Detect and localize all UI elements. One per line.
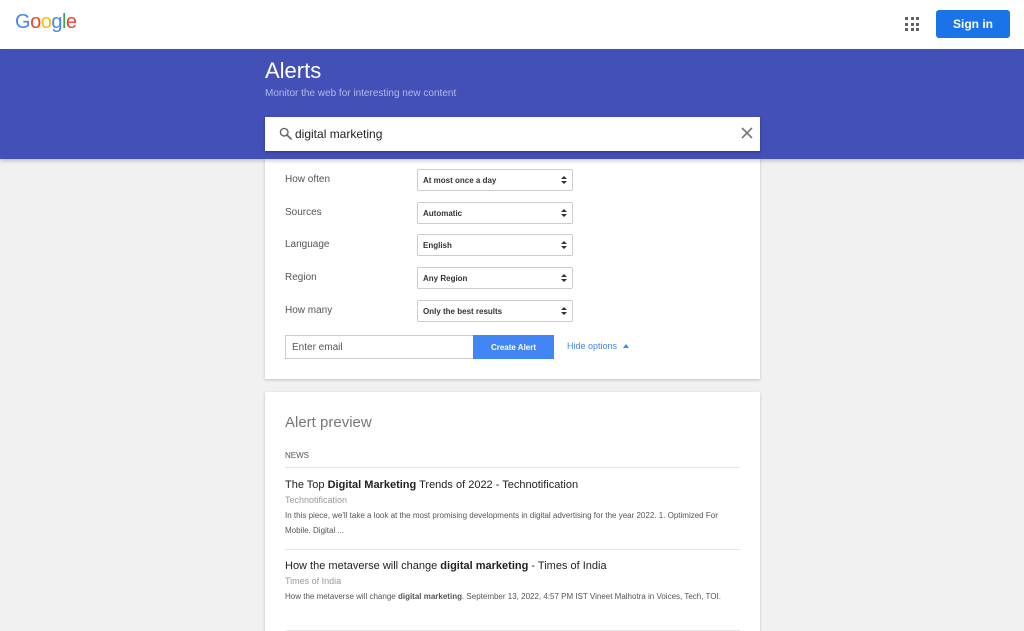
select-arrows-icon — [561, 274, 567, 282]
google-logo[interactable]: Google — [15, 11, 77, 34]
create-alert-button[interactable]: Create Alert — [473, 335, 554, 359]
option-row-language: Language English — [285, 234, 585, 256]
select-arrows-icon — [561, 176, 567, 184]
article-title-link[interactable]: How the metaverse will change digital ma… — [285, 559, 740, 573]
alert-preview-card: Alert preview NEWS The Top Digital Marke… — [265, 392, 760, 631]
select-value: Any Region — [423, 274, 468, 283]
hide-options-label: Hide options — [567, 341, 618, 351]
apps-grid-icon[interactable] — [905, 17, 919, 31]
article-source: Technotification — [285, 495, 348, 505]
logo-letter: o — [40, 11, 52, 33]
option-label: Sources — [285, 207, 322, 218]
select-value: At most once a day — [423, 176, 497, 185]
how-many-select[interactable]: Only the best results — [417, 300, 573, 322]
divider — [285, 467, 740, 468]
select-arrows-icon — [561, 307, 567, 315]
page-subtitle: Monitor the web for interesting new cont… — [265, 88, 457, 99]
list-item: How the metaverse will change digital ma… — [285, 559, 740, 604]
select-value: English — [423, 241, 452, 250]
article-snippet: How the metaverse will change digital ma… — [285, 592, 721, 601]
logo-letter: e — [65, 11, 77, 33]
logo-letter: G — [15, 11, 31, 33]
email-field[interactable] — [285, 335, 474, 359]
preview-heading: Alert preview — [285, 414, 372, 431]
article-title-link[interactable]: The Top Digital Marketing Trends of 2022… — [285, 478, 740, 492]
region-select[interactable]: Any Region — [417, 267, 573, 289]
page-title: Alerts — [265, 58, 322, 83]
option-row-how-often: How often At most once a day — [285, 169, 585, 191]
sign-in-button[interactable]: Sign in — [936, 10, 1010, 38]
divider — [285, 549, 740, 550]
sources-select[interactable]: Automatic — [417, 202, 573, 224]
option-label: Language — [285, 239, 330, 250]
option-label: How often — [285, 174, 331, 185]
select-value: Automatic — [423, 209, 463, 218]
search-icon — [279, 127, 292, 140]
hide-options-link[interactable]: Hide options — [567, 341, 630, 351]
select-arrows-icon — [561, 241, 567, 249]
option-label: How many — [285, 305, 333, 316]
how-often-select[interactable]: At most once a day — [417, 169, 573, 191]
alert-options-card: How often At most once a day Sources Aut… — [265, 150, 760, 379]
header-band: Alerts Monitor the web for interesting n… — [0, 49, 1024, 159]
logo-letter: o — [30, 11, 41, 33]
caret-up-icon — [623, 344, 630, 348]
alert-search-box — [265, 117, 760, 151]
option-label: Region — [285, 272, 317, 283]
option-row-how-many: How many Only the best results — [285, 300, 585, 322]
article-snippet: In this piece, we'll take a look at the … — [285, 511, 718, 535]
logo-letter: g — [51, 11, 62, 33]
clear-icon[interactable] — [740, 126, 754, 140]
select-arrows-icon — [561, 209, 567, 217]
select-value: Only the best results — [423, 307, 503, 316]
section-label: NEWS — [285, 451, 309, 460]
top-bar: Google Sign in — [0, 0, 1024, 49]
article-source: Times of India — [285, 576, 342, 586]
list-item: The Top Digital Marketing Trends of 2022… — [285, 478, 740, 538]
alert-query-input[interactable] — [295, 125, 715, 143]
language-select[interactable]: English — [417, 234, 573, 256]
option-row-sources: Sources Automatic — [285, 202, 585, 224]
option-row-region: Region Any Region — [285, 267, 585, 289]
